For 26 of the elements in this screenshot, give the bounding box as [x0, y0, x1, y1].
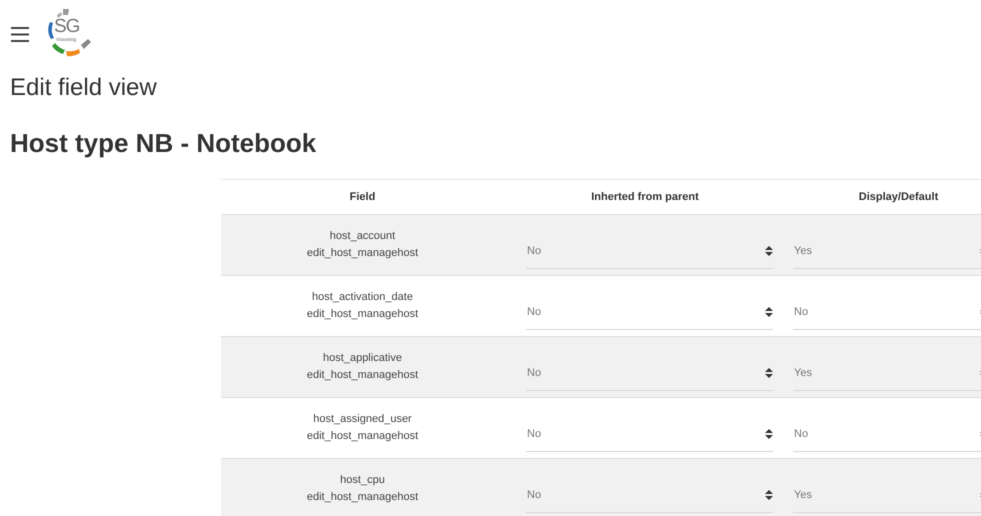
sort-arrows-icon: [765, 428, 773, 438]
select-field[interactable]: No: [526, 416, 773, 452]
select-field[interactable]: No: [793, 416, 981, 452]
field-name: host_applicative: [322, 351, 403, 366]
view-name: edit_host_managehost: [306, 368, 420, 383]
column-header: Display/Default: [858, 191, 938, 203]
sort-arrows-icon: [765, 246, 773, 256]
field-name: host_cpu: [339, 473, 386, 488]
logo-text: SG: [54, 16, 80, 37]
page-title: Edit field view: [10, 74, 158, 102]
sort-arrows-icon: [765, 306, 773, 316]
view-name: edit_host_managehost: [306, 429, 420, 444]
sort-arrows-icon: [765, 368, 773, 378]
view-name: edit_host_managehost: [306, 490, 420, 505]
view-name: edit_host_managehost: [306, 307, 420, 322]
column-header: Field: [350, 191, 376, 203]
view-name: edit_host_managehost: [306, 246, 420, 261]
sort-arrows-icon: [765, 490, 773, 500]
menu-icon[interactable]: [11, 26, 29, 42]
field-name: host_activation_date: [311, 290, 414, 305]
select-field[interactable]: No: [793, 294, 981, 330]
select-field[interactable]: No: [526, 294, 773, 330]
field-name: host_assigned_user: [312, 412, 413, 427]
column-header: Inherted from parent: [591, 191, 699, 203]
section-title: Host type NB - Notebook: [10, 128, 318, 159]
field-name: host_account: [328, 229, 396, 244]
